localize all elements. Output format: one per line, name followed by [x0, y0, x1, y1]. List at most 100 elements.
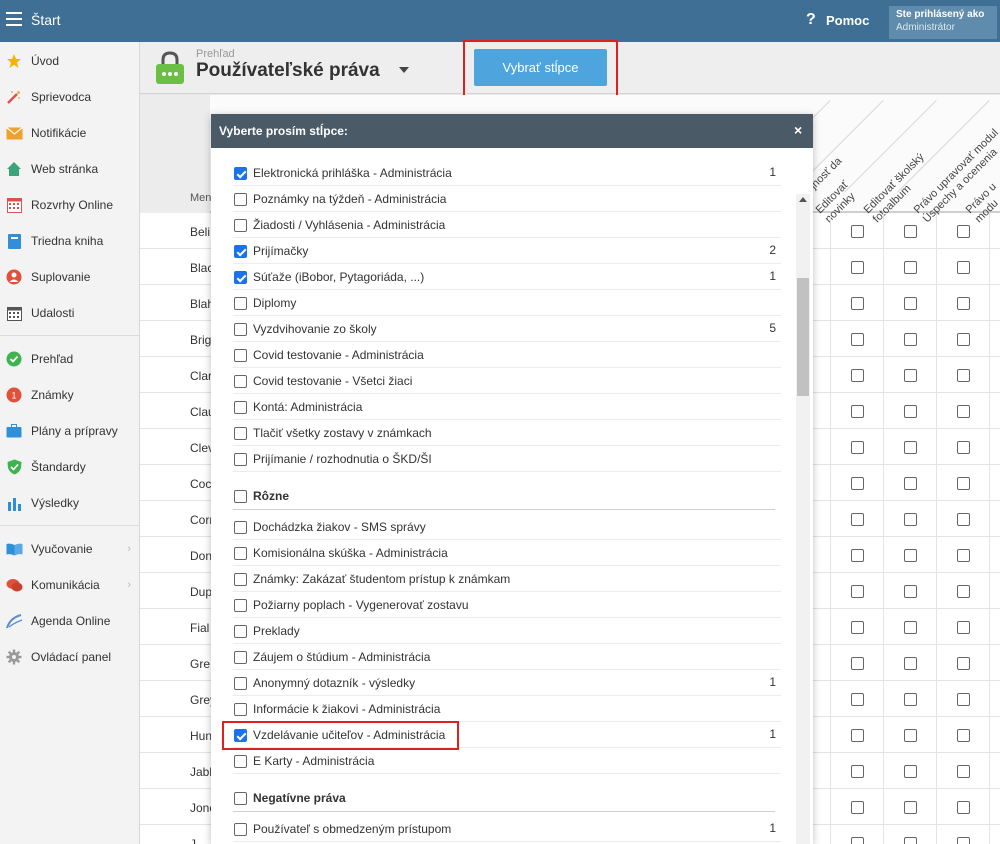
permission-checkbox[interactable]: [957, 549, 970, 562]
permission-checkbox[interactable]: [904, 225, 917, 238]
name-column-header[interactable]: Men: [190, 192, 211, 204]
help-icon[interactable]: ?: [806, 11, 816, 29]
permission-checkbox[interactable]: [851, 585, 864, 598]
permission-checkbox[interactable]: [957, 297, 970, 310]
permission-checkbox[interactable]: [957, 729, 970, 742]
sidebar-item-standardy[interactable]: Štandardy: [0, 449, 139, 485]
user-box[interactable]: Ste prihlásený ako Administrátor: [889, 6, 997, 39]
column-option[interactable]: Diplomy: [233, 290, 781, 316]
column-option[interactable]: Prijímanie / rozhodnutia o ŠKD/ŠI: [233, 446, 781, 472]
option-checkbox[interactable]: [234, 573, 247, 586]
option-checkbox[interactable]: [234, 823, 247, 836]
sidebar-item-uvod[interactable]: Úvod: [0, 43, 139, 79]
permission-checkbox[interactable]: [904, 765, 917, 778]
option-checkbox[interactable]: [234, 271, 247, 284]
permission-checkbox[interactable]: [851, 333, 864, 346]
permission-checkbox[interactable]: [957, 621, 970, 634]
scroll-up-icon[interactable]: [799, 197, 807, 202]
permission-checkbox[interactable]: [957, 585, 970, 598]
option-checkbox[interactable]: [234, 599, 247, 612]
column-option[interactable]: Anonymný dotazník - výsledky 1: [233, 670, 781, 696]
permission-checkbox[interactable]: [957, 657, 970, 670]
option-checkbox[interactable]: [234, 297, 247, 310]
permission-checkbox[interactable]: [904, 837, 917, 844]
column-option[interactable]: Prijímačky 2: [233, 238, 781, 264]
menu-icon[interactable]: [6, 12, 22, 26]
column-option[interactable]: Tlačiť všetky zostavy v známkach: [233, 420, 781, 446]
column-option[interactable]: Poznámky na týždeň - Administrácia: [233, 186, 781, 212]
column-option[interactable]: Komisionálna skúška - Administrácia: [233, 540, 781, 566]
section-checkbox[interactable]: [234, 792, 247, 805]
column-option[interactable]: Covid testovanie - Administrácia: [233, 342, 781, 368]
sidebar-item-triedna-kniha[interactable]: Triedna kniha: [0, 223, 139, 259]
column-option[interactable]: Známky: Zakázať študentom prístup k znám…: [233, 566, 781, 592]
permission-checkbox[interactable]: [904, 621, 917, 634]
caret-down-icon[interactable]: [399, 67, 409, 73]
option-checkbox[interactable]: [234, 167, 247, 180]
sidebar-item-vysledky[interactable]: Výsledky: [0, 485, 139, 521]
column-option[interactable]: Informácie k žiakovi - Administrácia: [233, 696, 781, 722]
column-option[interactable]: Požiarny poplach - Vygenerovať zostavu: [233, 592, 781, 618]
permission-checkbox[interactable]: [851, 297, 864, 310]
permission-checkbox[interactable]: [957, 369, 970, 382]
permission-checkbox[interactable]: [957, 693, 970, 706]
column-option[interactable]: Kontá: Administrácia: [233, 394, 781, 420]
permission-checkbox[interactable]: [851, 657, 864, 670]
sidebar-item-notifikacie[interactable]: Notifikácie: [0, 115, 139, 151]
permission-checkbox[interactable]: [904, 729, 917, 742]
sidebar-item-suplovanie[interactable]: Suplovanie: [0, 259, 139, 295]
option-checkbox[interactable]: [234, 323, 247, 336]
option-checkbox[interactable]: [234, 625, 247, 638]
option-checkbox[interactable]: [234, 427, 247, 440]
option-checkbox[interactable]: [234, 193, 247, 206]
permission-checkbox[interactable]: [851, 261, 864, 274]
section-checkbox[interactable]: [234, 490, 247, 503]
section-negativne[interactable]: Negatívne práva: [233, 782, 775, 812]
permission-checkbox[interactable]: [904, 513, 917, 526]
column-option[interactable]: Covid testovanie - Všetci žiaci: [233, 368, 781, 394]
permission-checkbox[interactable]: [957, 261, 970, 274]
section-rozne[interactable]: Rôzne: [233, 480, 775, 510]
permission-checkbox[interactable]: [904, 297, 917, 310]
permission-checkbox[interactable]: [851, 225, 864, 238]
option-checkbox[interactable]: [234, 755, 247, 768]
permission-checkbox[interactable]: [904, 333, 917, 346]
close-icon[interactable]: ×: [794, 122, 802, 138]
sidebar-item-agenda[interactable]: Agenda Online: [0, 603, 139, 639]
permission-checkbox[interactable]: [851, 729, 864, 742]
column-option[interactable]: Záujem o štúdium - Administrácia: [233, 644, 781, 670]
permission-checkbox[interactable]: [904, 261, 917, 274]
column-option[interactable]: Elektronická prihláška - Administrácia 1: [233, 160, 781, 186]
sidebar-item-plany[interactable]: Plány a prípravy: [0, 413, 139, 449]
sidebar-item-web-stranka[interactable]: Web stránka: [0, 151, 139, 187]
permission-checkbox[interactable]: [851, 621, 864, 634]
option-checkbox[interactable]: [234, 521, 247, 534]
permission-checkbox[interactable]: [851, 441, 864, 454]
permission-checkbox[interactable]: [957, 801, 970, 814]
option-checkbox[interactable]: [234, 651, 247, 664]
permission-checkbox[interactable]: [904, 549, 917, 562]
column-option[interactable]: Vyzdvihovanie zo školy 5: [233, 316, 781, 342]
page-title[interactable]: Používateľské práva: [196, 60, 380, 82]
permission-checkbox[interactable]: [957, 513, 970, 526]
permission-checkbox[interactable]: [851, 369, 864, 382]
sidebar-item-ovladaci-panel[interactable]: Ovládací panel: [0, 639, 139, 675]
sidebar-item-komunikacia[interactable]: Komunikácia ›: [0, 567, 139, 603]
breadcrumb[interactable]: Prehľad: [196, 48, 235, 60]
option-checkbox[interactable]: [234, 375, 247, 388]
permission-checkbox[interactable]: [851, 477, 864, 490]
option-checkbox[interactable]: [234, 453, 247, 466]
permission-checkbox[interactable]: [957, 441, 970, 454]
permission-checkbox[interactable]: [904, 585, 917, 598]
column-option[interactable]: Žiadosti / Vyhlásenia - Administrácia: [233, 212, 781, 238]
permission-checkbox[interactable]: [957, 477, 970, 490]
permission-checkbox[interactable]: [957, 225, 970, 238]
sidebar-item-vyucovanie[interactable]: Vyučovanie ›: [0, 531, 139, 567]
dialog-scrollbar[interactable]: [796, 194, 810, 844]
option-checkbox[interactable]: [234, 677, 247, 690]
help-link[interactable]: Pomoc: [826, 13, 869, 28]
permission-checkbox[interactable]: [904, 405, 917, 418]
sidebar-item-rozvrhy[interactable]: Rozvrhy Online: [0, 187, 139, 223]
permission-checkbox[interactable]: [957, 333, 970, 346]
column-option[interactable]: Dochádzka žiakov - SMS správy: [233, 514, 781, 540]
